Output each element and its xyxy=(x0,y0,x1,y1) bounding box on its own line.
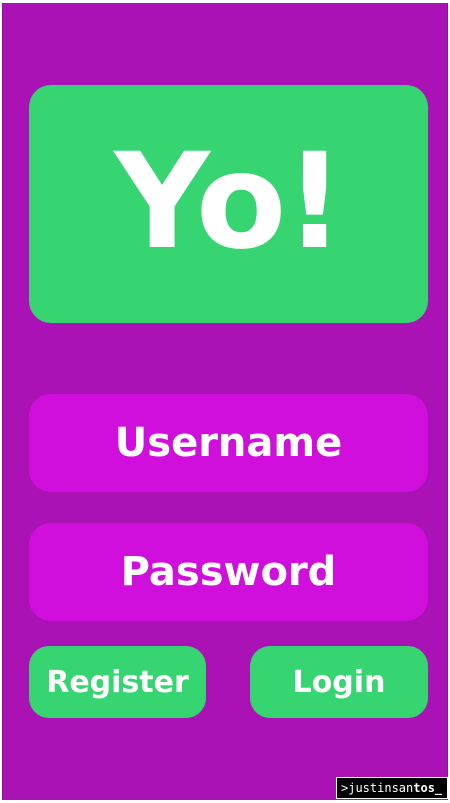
developer-credit-badge: >justinsantos_ xyxy=(336,777,448,799)
login-button[interactable]: Login xyxy=(250,646,428,718)
credit-suffix: tos_ xyxy=(413,781,443,795)
register-button[interactable]: Register xyxy=(29,646,206,718)
app-screen: Yo! Register Login >justinsantos_ xyxy=(2,3,448,800)
username-input[interactable] xyxy=(29,394,428,492)
username-field-container[interactable] xyxy=(29,394,428,492)
credit-prefix: >justinsan xyxy=(341,781,414,795)
logo-card: Yo! xyxy=(29,85,428,323)
password-input[interactable] xyxy=(29,523,428,621)
app-logo-text: Yo! xyxy=(114,125,344,279)
password-field-container[interactable] xyxy=(29,523,428,621)
